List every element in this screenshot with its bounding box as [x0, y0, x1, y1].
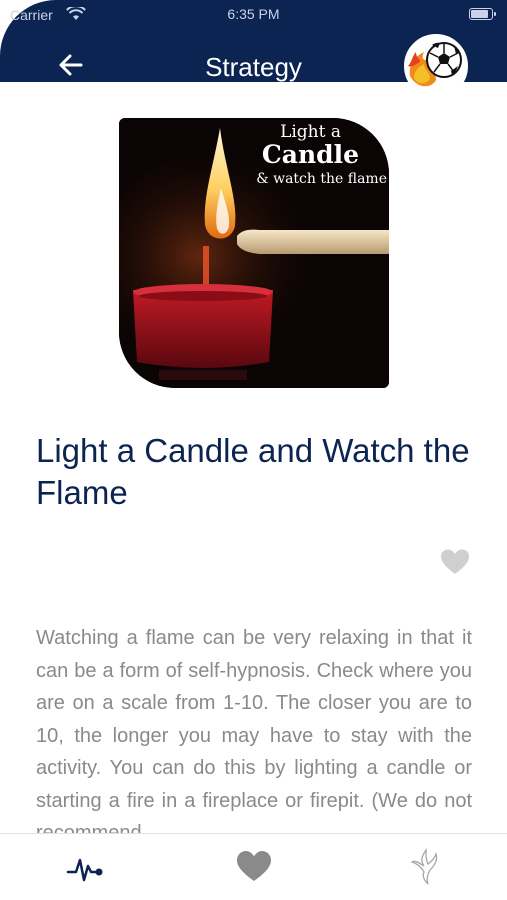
heart-icon [441, 549, 469, 574]
favorite-button[interactable] [440, 548, 470, 576]
tab-strategies[interactable] [66, 846, 106, 886]
heart-icon [237, 851, 271, 881]
strategy-title: Light a Candle and Watch the Flame [36, 432, 470, 511]
hero-caption-line3: & watch the flame [256, 171, 387, 187]
status-bar: Carrier 6:35 PM [0, 0, 507, 30]
tab-bar [0, 833, 507, 900]
phoenix-bird-icon [410, 847, 438, 885]
hero-caption-line1: Light a [280, 122, 341, 142]
strategy-description: Watching a flame can be very relaxing in… [36, 627, 472, 834]
flaming-soccer-ball-icon [406, 36, 466, 96]
hero-caption-line2: Candle [261, 140, 359, 169]
tab-favorites[interactable] [234, 846, 274, 886]
strategy-image: Light a Candle & watch the flame [119, 118, 389, 388]
avatar[interactable] [404, 34, 468, 98]
heartbeat-pulse-icon [66, 858, 103, 882]
tab-phoenix[interactable] [406, 846, 446, 886]
status-time: 6:35 PM [227, 6, 280, 22]
navigation-header: Carrier 6:35 PM Strategy [0, 0, 507, 98]
battery-icon [469, 8, 496, 20]
